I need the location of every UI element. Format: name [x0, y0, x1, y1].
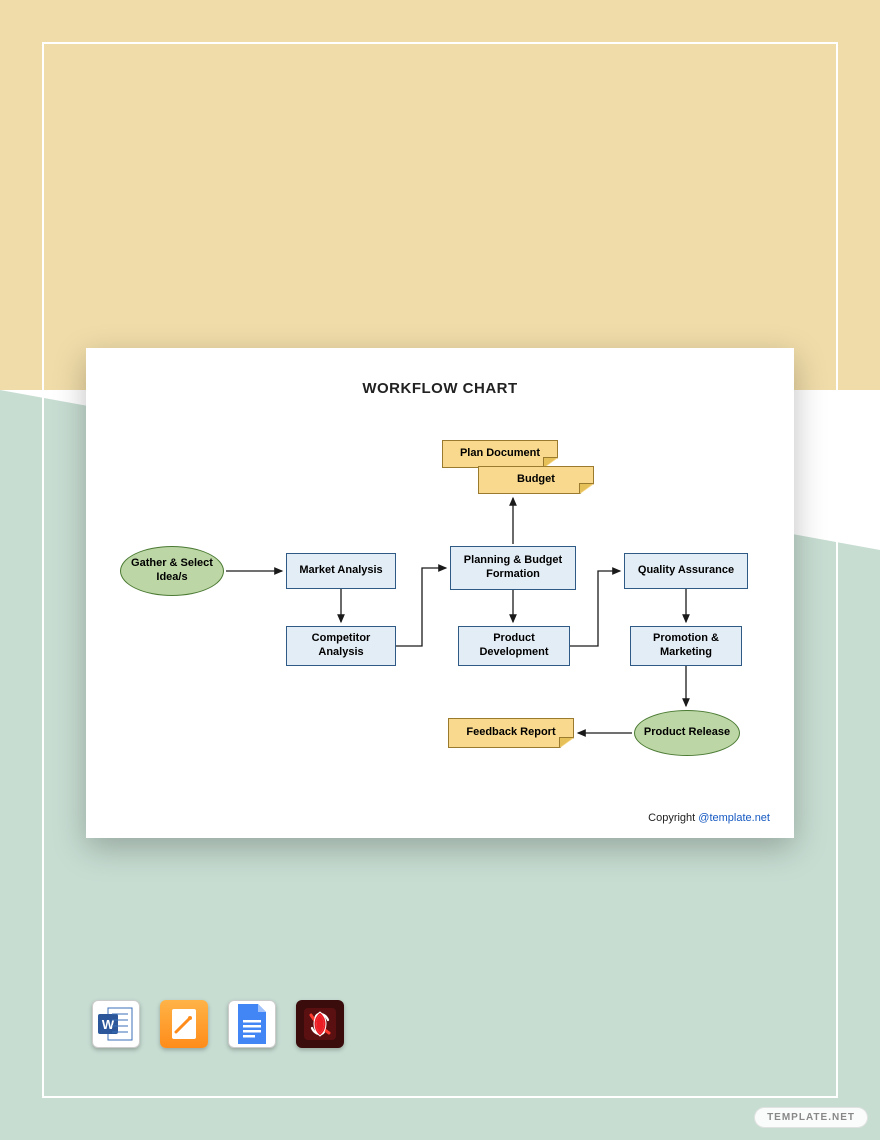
watermark-badge: TEMPLATE.NET	[754, 1107, 868, 1128]
google-docs-icon[interactable]	[228, 1000, 276, 1048]
svg-text:W: W	[102, 1017, 115, 1032]
stage: WORKFLOW CHART Gather & Select Idea/s Ma…	[0, 0, 880, 1140]
node-market: Market Analysis	[286, 553, 396, 589]
node-feedback-label: Feedback Report	[466, 726, 555, 740]
node-planning: Planning & Budget Formation	[450, 546, 576, 590]
node-release: Product Release	[634, 710, 740, 756]
node-competitor-label: Competitor Analysis	[293, 632, 389, 660]
node-promo: Promotion & Marketing	[630, 626, 742, 666]
pages-icon[interactable]	[160, 1000, 208, 1048]
format-icons-row: W PDF	[92, 1000, 344, 1048]
node-budget: Budget	[478, 466, 594, 494]
workflow-card: WORKFLOW CHART Gather & Select Idea/s Ma…	[86, 348, 794, 838]
node-competitor: Competitor Analysis	[286, 626, 396, 666]
node-release-label: Product Release	[644, 726, 730, 740]
node-gather: Gather & Select Idea/s	[120, 546, 224, 596]
node-market-label: Market Analysis	[299, 564, 382, 578]
node-gather-label: Gather & Select Idea/s	[127, 557, 217, 585]
node-qa-label: Quality Assurance	[638, 564, 734, 578]
node-plan-doc: Plan Document	[442, 440, 558, 468]
node-qa: Quality Assurance	[624, 553, 748, 589]
node-promo-label: Promotion & Marketing	[637, 632, 735, 660]
pdf-icon[interactable]: PDF	[296, 1000, 344, 1048]
node-feedback: Feedback Report	[448, 718, 574, 748]
word-icon[interactable]: W	[92, 1000, 140, 1048]
arrow-competitor-planning	[396, 568, 446, 646]
copyright-prefix: Copyright	[648, 812, 698, 824]
node-product-dev: Product Development	[458, 626, 570, 666]
copyright-line: Copyright @template.net	[648, 812, 770, 824]
arrow-productdev-qa	[570, 571, 620, 646]
node-product-dev-label: Product Development	[465, 632, 563, 660]
card-title: WORKFLOW CHART	[86, 380, 794, 397]
copyright-link[interactable]: @template.net	[698, 812, 770, 824]
node-plan-doc-label: Plan Document	[460, 447, 540, 461]
node-planning-label: Planning & Budget Formation	[457, 554, 569, 582]
node-budget-label: Budget	[517, 473, 555, 487]
